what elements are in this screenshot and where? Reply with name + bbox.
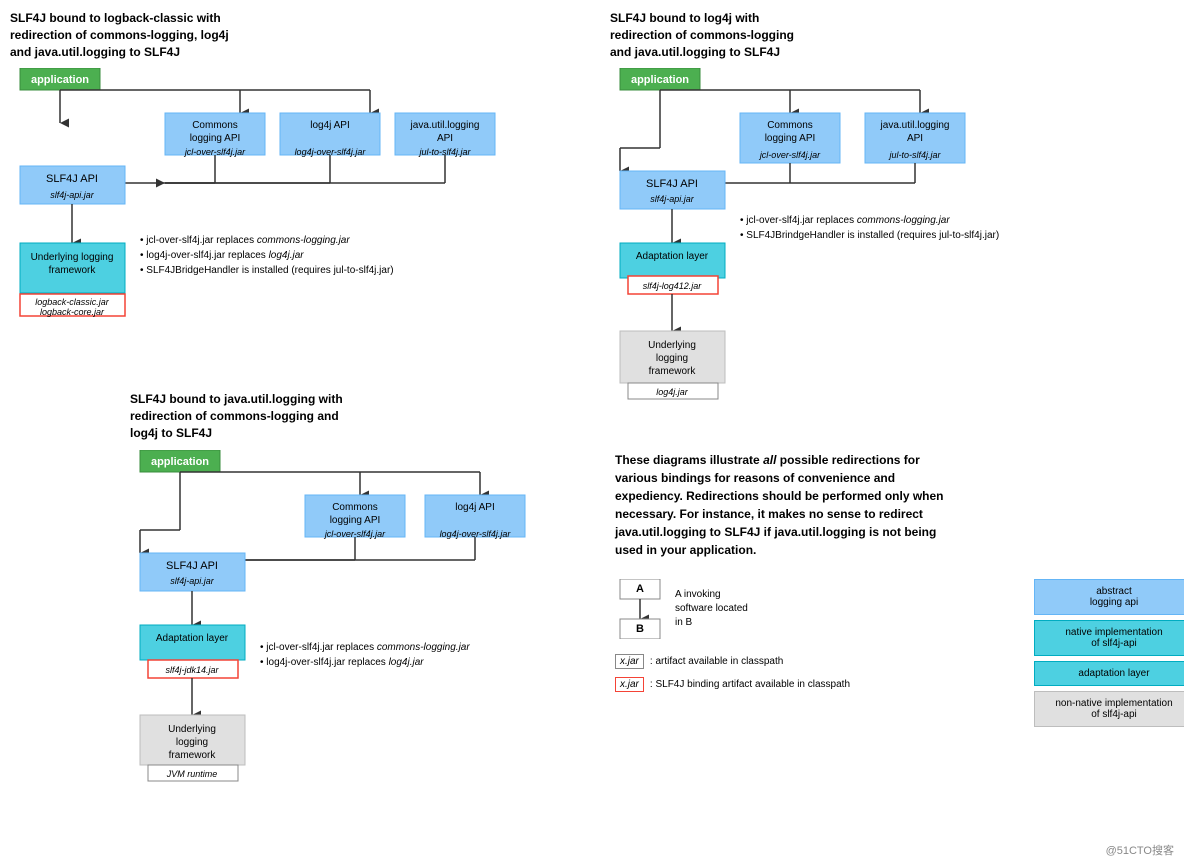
svg-text:Underlying: Underlying <box>648 340 696 351</box>
svg-text:framework: framework <box>649 366 697 377</box>
svg-text:• SLF4JBrindgeHandler is insta: • SLF4JBrindgeHandler is installed (requ… <box>740 230 999 241</box>
svg-text:logback-classic.jar: logback-classic.jar <box>35 297 110 307</box>
svg-text:logging API: logging API <box>190 133 241 144</box>
svg-text:slf4j-api.jar: slf4j-api.jar <box>170 576 215 586</box>
legend-left: A B A invokingsoftware locatedin B <box>615 579 1014 727</box>
top-left-title: SLF4J bound to logback-classic withredir… <box>10 10 610 60</box>
svg-text:application: application <box>31 74 89 86</box>
top-left-diagram: SLF4J bound to logback-classic withredir… <box>10 10 610 401</box>
svg-text:jul-to-slf4j.jar: jul-to-slf4j.jar <box>888 150 941 160</box>
jar-red-box: x.jar <box>615 677 644 692</box>
svg-text:log4j.jar: log4j.jar <box>656 387 689 397</box>
svg-text:API: API <box>437 133 453 144</box>
svg-text:slf4j-api.jar: slf4j-api.jar <box>50 190 95 200</box>
jar-gray-box: x.jar <box>615 654 644 669</box>
svg-text:slf4j-api.jar: slf4j-api.jar <box>650 194 695 204</box>
svg-text:• SLF4JBridgeHandler is instal: • SLF4JBridgeHandler is installed (requi… <box>140 265 394 276</box>
svg-text:application: application <box>631 74 689 86</box>
svg-text:B: B <box>636 623 644 635</box>
right-panel: SLF4J bound to log4j withredirection of … <box>610 10 1184 853</box>
svg-text:framework: framework <box>49 265 97 276</box>
jar-red-legend: x.jar : SLF4J binding artifact available… <box>615 677 1014 692</box>
legend-abstract: abstractlogging api <box>1034 579 1184 615</box>
svg-text:Commons: Commons <box>767 120 813 131</box>
svg-text:logging: logging <box>176 737 208 748</box>
svg-text:Adaptation layer: Adaptation layer <box>636 251 709 262</box>
svg-text:API: API <box>907 133 923 144</box>
legend-section: A B A invokingsoftware locatedin B <box>615 579 1184 727</box>
legend-nonnative: non-native implementationof slf4j-api <box>1034 691 1184 727</box>
svg-text:Underlying logging: Underlying logging <box>31 252 114 263</box>
svg-text:logging API: logging API <box>765 133 816 144</box>
watermark: @51CTO搜客 <box>1106 842 1174 858</box>
svg-text:• jcl-over-slf4j.jar replaces: • jcl-over-slf4j.jar replaces commons-lo… <box>140 235 350 246</box>
svg-text:• jcl-over-slf4j.jar replaces: • jcl-over-slf4j.jar replaces commons-lo… <box>260 642 470 653</box>
svg-text:slf4j-log412.jar: slf4j-log412.jar <box>643 281 703 291</box>
svg-text:log4j API: log4j API <box>455 502 494 513</box>
svg-text:JVM runtime: JVM runtime <box>166 769 218 779</box>
description-text: These diagrams illustrate all possible r… <box>615 451 955 559</box>
legend-adaptation: adaptation layer <box>1034 661 1184 686</box>
top-left-svg: application Commons logging API jcl-over… <box>10 68 590 398</box>
bottom-left-diagram: SLF4J bound to java.util.logging withred… <box>130 391 610 832</box>
svg-text:logging: logging <box>656 353 688 364</box>
svg-text:application: application <box>151 456 209 468</box>
svg-text:logging API: logging API <box>330 515 381 526</box>
left-panel: SLF4J bound to logback-classic withredir… <box>10 10 610 853</box>
bottom-left-svg: application Commons logging API jcl-over… <box>130 450 590 830</box>
svg-text:logback-core.jar: logback-core.jar <box>40 307 105 317</box>
jar-red-text: : SLF4J binding artifact available in cl… <box>650 679 850 690</box>
svg-text:• log4j-over-slf4j.jar replace: • log4j-over-slf4j.jar replaces log4j.ja… <box>140 250 304 261</box>
svg-text:Commons: Commons <box>332 502 378 513</box>
svg-text:Adaptation layer: Adaptation layer <box>156 633 229 644</box>
svg-text:java.util.logging: java.util.logging <box>880 120 950 131</box>
svg-text:java.util.logging: java.util.logging <box>410 120 480 131</box>
invoke-label: A invokingsoftware locatedin B <box>675 588 748 630</box>
main-container: SLF4J bound to logback-classic withredir… <box>0 0 1184 863</box>
svg-text:framework: framework <box>169 750 217 761</box>
svg-text:SLF4J API: SLF4J API <box>646 178 698 190</box>
svg-text:A: A <box>636 583 644 595</box>
top-right-title: SLF4J bound to log4j withredirection of … <box>610 10 1184 60</box>
invoke-diagram: A B A invokingsoftware locatedin B <box>615 579 1014 639</box>
jar-gray-text: : artifact available in classpath <box>650 656 783 667</box>
svg-text:SLF4J API: SLF4J API <box>46 173 98 185</box>
svg-text:• log4j-over-slf4j.jar replace: • log4j-over-slf4j.jar replaces log4j.ja… <box>260 657 424 668</box>
svg-text:• jcl-over-slf4j.jar replaces: • jcl-over-slf4j.jar replaces commons-lo… <box>740 215 950 226</box>
legend-right: abstractlogging api native implementatio… <box>1034 579 1184 727</box>
description-section: These diagrams illustrate all possible r… <box>615 451 955 559</box>
svg-text:Commons: Commons <box>192 120 238 131</box>
svg-text:Underlying: Underlying <box>168 724 216 735</box>
svg-text:jcl-over-slf4j.jar: jcl-over-slf4j.jar <box>759 150 821 160</box>
top-right-svg: application Commons logging API jcl-over… <box>610 68 1170 428</box>
svg-text:slf4j-jdk14.jar: slf4j-jdk14.jar <box>165 665 219 675</box>
top-right-diagram: SLF4J bound to log4j withredirection of … <box>610 10 1184 431</box>
svg-text:log4j API: log4j API <box>310 120 349 131</box>
svg-text:SLF4J API: SLF4J API <box>166 560 218 572</box>
jar-gray-legend: x.jar : artifact available in classpath <box>615 654 1014 669</box>
invoke-svg: A B <box>615 579 670 639</box>
legend-native: native implementationof slf4j-api <box>1034 620 1184 656</box>
